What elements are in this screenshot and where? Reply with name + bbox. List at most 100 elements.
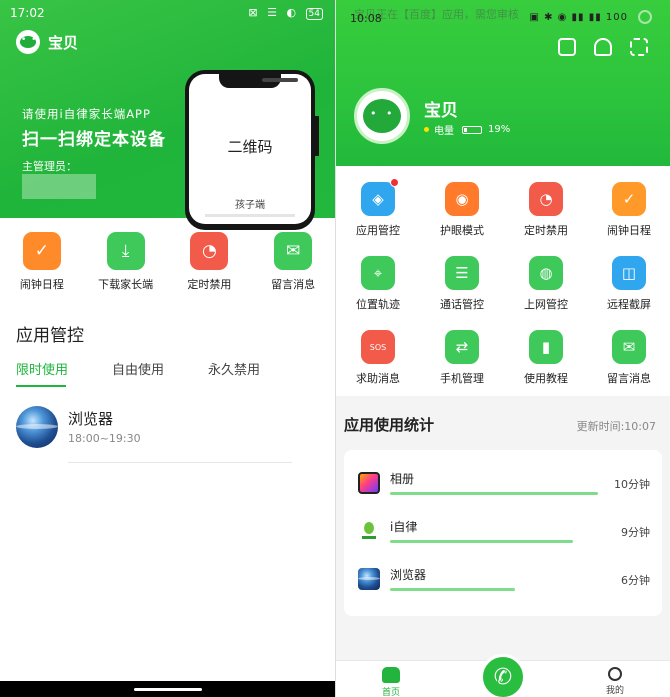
feature-phone-settings[interactable]: ⇄ 手机管理 xyxy=(420,330,504,402)
app-duration: 9分钟 xyxy=(621,526,650,539)
feature-tutorial-book[interactable]: ▮ 使用教程 xyxy=(504,330,588,402)
status-time: 17:02 xyxy=(10,6,45,20)
quick-action-download[interactable]: ⤓ 下载家长端 xyxy=(84,232,168,302)
app-name: 相册 xyxy=(390,472,415,486)
call-button[interactable]: ✆ xyxy=(480,654,526,697)
child-name: 宝贝 xyxy=(424,101,458,121)
eye-icon: ◉ xyxy=(445,182,479,216)
feature-eye[interactable]: ◉ 护眼模式 xyxy=(420,182,504,254)
quick-action-label: 留言消息 xyxy=(271,278,316,291)
admin-label: 主管理员： xyxy=(22,160,77,173)
app-time-range: 18:00~19:30 xyxy=(68,432,141,445)
app-duration: 10分钟 xyxy=(614,478,650,491)
feature-mail[interactable]: ✉ 留言消息 xyxy=(587,330,670,402)
usage-bar xyxy=(390,588,515,591)
feature-planet[interactable]: ◍ 上网管控 xyxy=(504,256,588,328)
nav-mine-label: 我的 xyxy=(605,686,624,696)
app-name: 浏览器 xyxy=(68,410,114,428)
battery-label: 电量 xyxy=(434,126,454,137)
feature-call-record[interactable]: ☰ 通话管控 xyxy=(420,256,504,328)
clock-icon: ◔ xyxy=(529,182,563,216)
owl-logo-icon xyxy=(16,30,40,54)
nav-home-label: 首页 xyxy=(381,688,400,697)
app-duration: 6分钟 xyxy=(621,574,650,587)
phone-settings-icon: ⇄ xyxy=(445,330,479,364)
feature-clock[interactable]: ◔ 定时禁用 xyxy=(504,182,588,254)
location-icon: ⌖ xyxy=(361,256,395,290)
bell-icon[interactable] xyxy=(594,38,612,56)
feature-location[interactable]: ⌖ 位置轨迹 xyxy=(336,256,420,328)
status-icons: ▣ ✱ ◉ ▮▮ ▮▮ 100 xyxy=(529,12,628,23)
call-record-icon: ☰ xyxy=(445,256,479,290)
nav-home[interactable]: 首页 xyxy=(380,667,402,697)
phone-speaker xyxy=(262,78,298,82)
notification-badge xyxy=(390,178,399,187)
table-row[interactable]: 浏览器 6分钟 xyxy=(344,552,662,600)
tab-underline xyxy=(16,385,66,387)
admin-redacted xyxy=(22,174,96,199)
feature-label: 留言消息 xyxy=(607,372,651,385)
status-bar: 17:02 ⊠ ☰ ◐ 54 xyxy=(0,0,335,26)
feature-label: 手机管理 xyxy=(440,372,484,385)
app-name: 浏览器 xyxy=(390,568,427,582)
feature-screenshot[interactable]: ◫ 远程截屏 xyxy=(587,256,670,328)
app-name: i自律 xyxy=(390,520,418,534)
feature-label: 远程截屏 xyxy=(607,298,651,311)
feature-app-control[interactable]: ◈ 应用管控 xyxy=(336,178,420,254)
phone-icon: ✆ xyxy=(493,664,513,690)
planet-icon: ◍ xyxy=(529,256,563,290)
feature-grid: ◈ 应用管控 ◉ 护眼模式 ◔ 定时禁用 ✓ 闹钟日程 ⌖ 位置轨迹 ☰ 通话管控 ◍ 上网管控 ◫ 远程截屏… xyxy=(336,166,670,396)
tab-banned[interactable]: 永久禁用 xyxy=(208,359,260,378)
brand: 宝贝 xyxy=(16,30,78,54)
feature-alarm-calendar[interactable]: ✓ 闹钟日程 xyxy=(587,182,670,254)
quick-action-alarm[interactable]: ✓ 闹钟日程 xyxy=(0,232,84,302)
scan-icon[interactable] xyxy=(630,38,648,56)
feature-label: 应用管控 xyxy=(356,224,400,237)
list-item[interactable]: 浏览器 18:00~19:30 xyxy=(16,404,292,464)
table-row[interactable]: i自律 9分钟 xyxy=(344,504,662,552)
phone-bar xyxy=(205,214,295,217)
mail-icon: ✉ xyxy=(612,330,646,364)
screenshot-icon: ◫ xyxy=(612,256,646,290)
battery-status: 电量 19% xyxy=(424,122,510,137)
feature-label: 通话管控 xyxy=(440,298,484,311)
battery-dot-icon xyxy=(424,127,429,132)
quick-action-timer[interactable]: ◔ 定时禁用 xyxy=(168,232,252,302)
bind-subtitle: 请使用i自律家长端APP xyxy=(22,107,151,121)
feature-sos[interactable]: SOS 求助消息 xyxy=(336,330,420,402)
battery-value: 19% xyxy=(488,124,511,135)
calendar-icon[interactable] xyxy=(558,38,576,56)
ilv-app-icon xyxy=(358,520,380,542)
feature-label: 使用教程 xyxy=(524,372,568,385)
bind-banner: 17:02 ⊠ ☰ ◐ 54 宝贝 请使用i自律家长端APP 扫一扫绑定本设备 … xyxy=(0,0,335,230)
status-icons: ⊠ ☰ ◐ 54 xyxy=(248,6,323,20)
alarm-calendar-icon: ✓ xyxy=(612,182,646,216)
tab-limited[interactable]: 限时使用 xyxy=(16,359,68,378)
status-time: 10:08 xyxy=(350,12,382,25)
right-screen: 宝贝正在【百度】应用，需您审核 10:08 ▣ ✱ ◉ ▮▮ ▮▮ 100 • … xyxy=(336,0,670,697)
feature-label: 护眼模式 xyxy=(440,224,484,237)
app-control-icon: ◈ xyxy=(361,178,399,216)
system-nav-bar xyxy=(0,681,335,697)
album-icon xyxy=(358,472,380,494)
phone-illustration: 二维码 孩子端 xyxy=(185,70,315,230)
tab-free[interactable]: 自由使用 xyxy=(112,359,164,378)
feature-label: 闹钟日程 xyxy=(607,224,651,237)
sos-icon: SOS xyxy=(361,330,395,364)
browser-globe-icon xyxy=(16,406,58,448)
home-indicator[interactable] xyxy=(134,688,202,691)
quick-actions: ✓ 闹钟日程 ⤓ 下载家长端 ◔ 定时禁用 ✉ 留言消息 xyxy=(0,232,335,302)
stats-updated: 更新时间:10:07 xyxy=(576,420,656,433)
phone-screen: 二维码 孩子端 xyxy=(189,74,311,224)
phone-notch xyxy=(219,74,298,88)
owl-eyes: • • xyxy=(370,107,396,120)
feature-label: 定时禁用 xyxy=(524,224,568,237)
nav-mine[interactable]: 我的 xyxy=(604,667,626,697)
quick-action-message[interactable]: ✉ 留言消息 xyxy=(251,232,335,302)
bind-title: 扫一扫绑定本设备 xyxy=(22,130,166,150)
feature-label: 求助消息 xyxy=(356,372,400,385)
avatar[interactable]: • • xyxy=(354,88,410,144)
quick-action-label: 下载家长端 xyxy=(98,278,154,291)
table-row[interactable]: 相册 10分钟 xyxy=(344,456,662,504)
qr-code-placeholder[interactable]: 二维码 xyxy=(189,136,311,157)
